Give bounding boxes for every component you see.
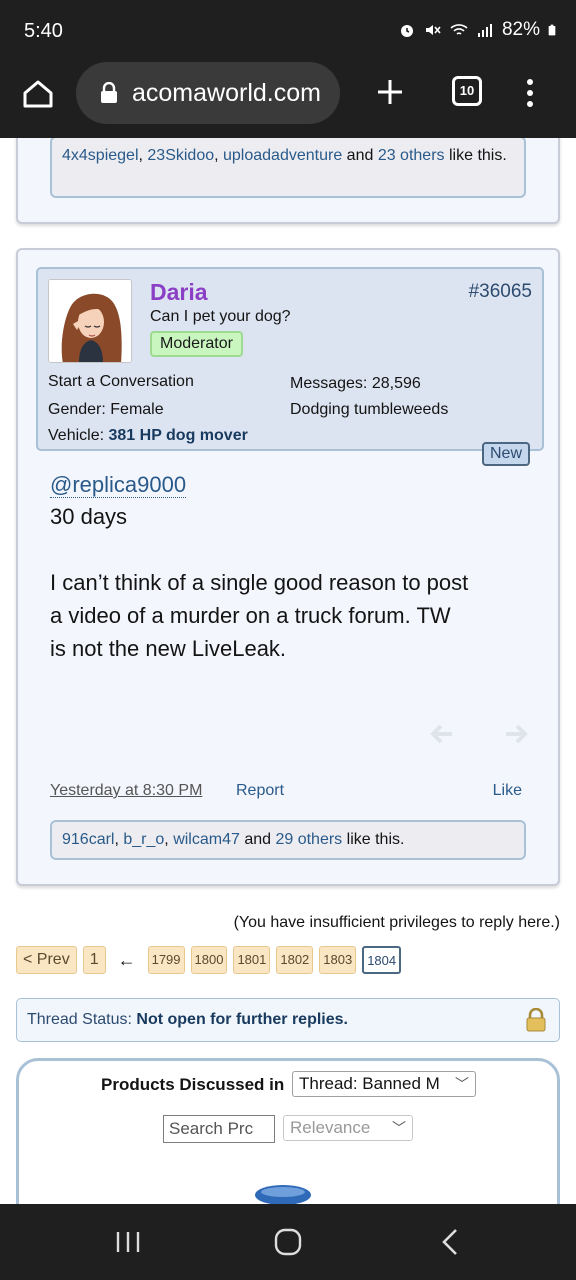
more-menu-icon[interactable] [520,76,540,110]
gender-field: Gender: Female [48,401,164,419]
page-button[interactable]: 1803 [319,946,357,974]
post-number-link[interactable]: #36065 [469,281,532,303]
chevron-down-icon: ﹀ [455,1076,469,1092]
lock-icon [101,82,117,103]
products-panel: Products Discussed in Thread: Banned M ﹀… [16,1058,560,1204]
status-icons: 82% [398,19,560,41]
recent-apps-icon[interactable] [108,1222,148,1262]
alarm-icon [400,25,413,37]
liker-link[interactable]: b_r_o [123,831,164,848]
vehicle-field: Vehicle: 381 HP dog mover [48,427,248,445]
messages-field: Messages: 28,596 [290,375,421,393]
post-timestamp[interactable]: Yesterday at 8:30 PM [50,782,202,800]
liker-link[interactable]: 916carl [62,831,114,848]
tab-switcher-button[interactable]: 10 [452,76,482,106]
post-card: Daria Can I pet your dog? Moderator #360… [16,248,560,886]
mention-link[interactable]: @replica9000 [50,472,187,498]
username-link[interactable]: Daria [150,279,208,306]
wifi-icon [450,24,468,35]
back-icon[interactable] [432,1222,472,1262]
message-mention-line: @replica9000 [50,468,187,501]
new-badge: New [482,442,531,466]
liker-link[interactable]: wilcam47 [173,831,240,848]
message-body: I can’t think of a single good reason to… [50,570,469,661]
clock: 5:40 [24,20,63,42]
avatar-image [49,280,131,362]
thread-status-bar: Thread Status: Not open for further repl… [16,998,560,1042]
signal-icon [477,24,492,37]
likes-suffix: like this. [346,831,405,848]
battery-level: 82% [501,19,540,40]
sort-select-value: Relevance [290,1118,371,1137]
vehicle-label: Vehicle: [48,427,105,444]
page-button[interactable]: 1801 [233,946,271,974]
likes-suffix: like this. [448,147,507,164]
browser-toolbar: acomaworld.com 10 [0,62,576,138]
chevron-down-icon: ﹀ [392,1120,406,1136]
start-conversation-link[interactable]: Start a Conversation [48,373,194,391]
thread-status-value: Not open for further replies. [136,1011,348,1028]
messages-label: Messages: [290,375,368,392]
thread-status-text: Thread Status: Not open for further repl… [27,1011,348,1029]
prev-post-arrow-icon[interactable] [428,720,456,748]
page-1-button[interactable]: 1 [82,946,106,974]
previous-post: 4x4spiegel, 23Skidoo, uploadadventure an… [16,138,560,224]
thread-status-label: Thread Status: [27,1011,132,1028]
current-page-button[interactable]: 1804 [362,946,402,974]
home-nav-icon[interactable] [268,1222,308,1262]
url-text: acomaworld.com [132,79,321,107]
gender-value: Female [110,401,164,418]
others-link[interactable]: 23 others [378,147,445,164]
address-bar[interactable]: acomaworld.com [76,62,340,124]
status-bar: 5:40 82% [0,0,576,62]
report-link[interactable]: Report [236,782,284,800]
sort-select[interactable]: Relevance ﹀ [283,1115,413,1141]
likes-summary: 916carl, b_r_o, wilcam47 and 29 others l… [50,820,526,860]
messages-value: 28,596 [371,375,421,392]
gender-label: Gender: [48,401,106,418]
new-tab-icon[interactable] [372,74,408,110]
liker-link[interactable]: 4x4spiegel [62,147,139,164]
avatar[interactable] [48,279,132,363]
products-title: Products Discussed in [101,1075,285,1094]
padlock-icon [526,1008,546,1032]
left-arrow-icon[interactable]: ← [112,950,142,971]
others-link[interactable]: 29 others [275,831,342,848]
pagination: < Prev 1 ← 1799 1800 1801 1802 1803 1804 [16,946,402,974]
likes-summary: 4x4spiegel, 23Skidoo, uploadadventure an… [50,138,526,198]
page-button[interactable]: 1800 [190,946,228,974]
no-reply-notice: (You have insufficient privileges to rep… [233,914,560,931]
message-line: 30 days [50,504,128,529]
prev-page-button[interactable]: < Prev [16,946,77,974]
vehicle-value: 381 HP dog mover [108,427,248,444]
user-title: Can I pet your dog? [150,308,291,325]
liker-link[interactable]: 23Skidoo [147,147,214,164]
user-info-box: Daria Can I pet your dog? Moderator #360… [36,267,544,451]
products-scope-value: Thread: Banned M [299,1074,440,1093]
liker-link[interactable]: uploadadventure [223,147,342,164]
page-button[interactable]: 1799 [147,946,185,974]
battery-icon [548,24,556,36]
next-post-arrow-icon[interactable] [502,720,530,748]
home-icon[interactable] [20,76,56,112]
moderator-badge: Moderator [150,331,243,357]
page-button[interactable]: 1802 [276,946,314,974]
products-scope-select[interactable]: Thread: Banned M ﹀ [292,1071,476,1097]
page-content: 4x4spiegel, 23Skidoo, uploadadventure an… [0,138,576,1204]
system-nav-bar [0,1204,576,1280]
user-location: Dodging tumbleweeds [290,401,449,418]
product-image[interactable] [253,1183,313,1204]
like-link[interactable]: Like [493,782,522,800]
product-search-input[interactable]: Search Prc [163,1115,275,1143]
mute-icon [425,25,441,35]
